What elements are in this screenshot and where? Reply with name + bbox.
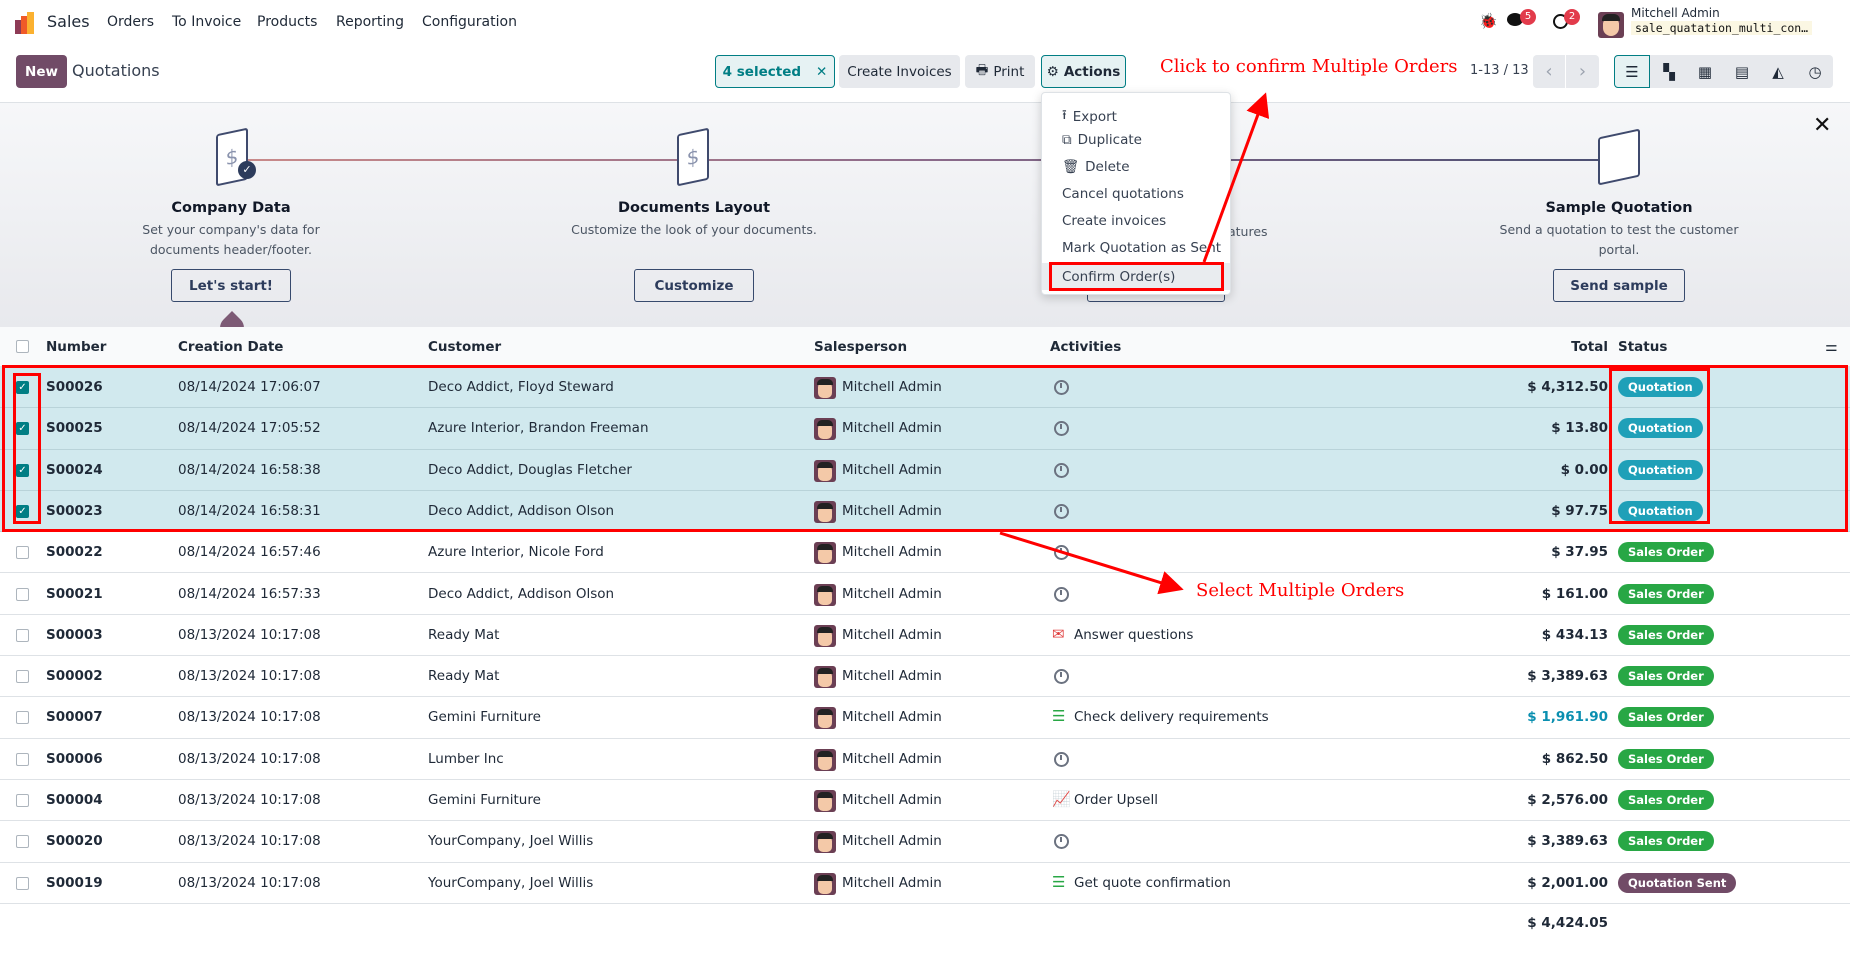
confirm-arrow [1202, 92, 1270, 263]
select-arrow [999, 531, 1184, 595]
annotation-arrows [999, 92, 1270, 595]
